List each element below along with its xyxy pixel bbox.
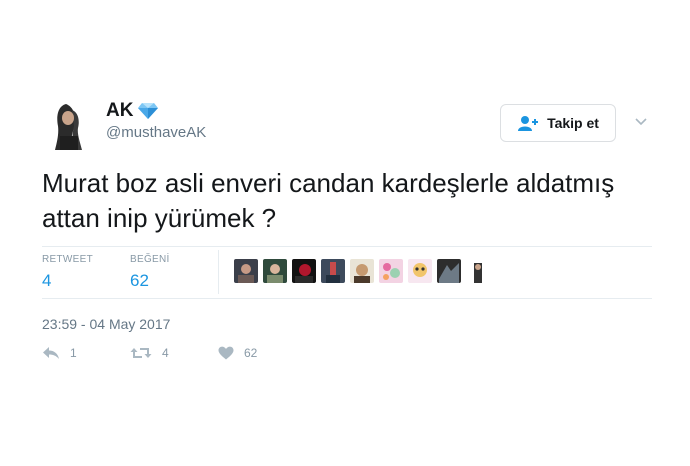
like-stat-count: 62 [130,271,149,290]
retweet-stat[interactable]: RETWEET 4 [42,254,93,291]
liker-avatars [234,259,490,283]
retweet-stat-count: 4 [42,271,52,290]
tweet-timestamp[interactable]: 23:59 - 04 May 2017 [42,316,170,332]
follow-button[interactable]: Takip et [500,104,616,142]
stats-divider-bottom [42,298,652,299]
tweet-text: Murat boz asli enveri candan kardeşlerle… [42,168,615,233]
retweet-button[interactable]: 4 [130,346,169,360]
follow-button-label: Takip et [547,115,599,131]
like-button[interactable]: 62 [218,346,257,360]
reply-icon [42,346,60,360]
avatar-image [52,100,86,150]
liker-avatar[interactable] [437,259,461,283]
stats-divider-top [42,246,652,247]
user-handle[interactable]: @musthaveAK [106,124,206,141]
retweet-icon [130,346,152,360]
tweet-card: AK @musthaveAK Takip et Murat boz asli e… [0,0,690,466]
liker-avatar[interactable] [379,259,403,283]
display-name[interactable]: AK [106,100,133,122]
heart-icon [218,346,234,360]
reply-button[interactable]: 1 [42,346,77,360]
liker-avatar[interactable] [234,259,258,283]
avatar[interactable] [52,100,86,150]
chevron-down-icon[interactable] [634,114,648,128]
liker-avatar[interactable] [321,259,345,283]
reply-count: 1 [70,346,77,360]
like-stat-label: BEĞENİ [130,254,170,265]
add-user-icon [517,115,539,131]
liker-avatar[interactable] [408,259,432,283]
display-name-row[interactable]: AK [106,100,159,122]
stats-separator [218,250,219,294]
like-count: 62 [244,346,258,360]
retweet-count: 4 [162,346,169,360]
diamond-icon [137,102,159,120]
liker-avatar[interactable] [350,259,374,283]
retweet-stat-label: RETWEET [42,254,93,265]
like-stat[interactable]: BEĞENİ 62 [130,254,170,291]
liker-avatar[interactable] [263,259,287,283]
liker-avatar[interactable] [466,259,490,283]
liker-avatar[interactable] [292,259,316,283]
